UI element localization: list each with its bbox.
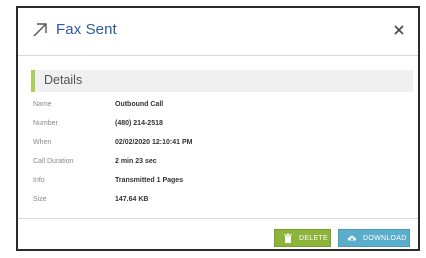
detail-row-size: Size 147.64 KB xyxy=(33,196,403,210)
detail-value: (480) 214-2518 xyxy=(115,120,163,127)
modal-title: Fax Sent xyxy=(56,21,117,38)
detail-value: 2 min 23 sec xyxy=(115,158,157,165)
download-button-label: DOWNLOAD xyxy=(363,234,407,242)
detail-value: 147.64 KB xyxy=(115,196,149,203)
detail-value: Outbound Call xyxy=(115,101,164,108)
detail-row-call-duration: Call Duration 2 min 23 sec xyxy=(33,158,403,172)
detail-value: Transmitted 1 Pages xyxy=(115,177,184,184)
detail-label: Name xyxy=(33,101,52,108)
detail-label: When xyxy=(33,139,52,146)
detail-row-name: Name Outbound Call xyxy=(33,101,403,115)
detail-label: Call Duration xyxy=(33,158,74,165)
detail-row-number: Number (480) 214-2518 xyxy=(33,120,403,134)
cloud-download-icon xyxy=(347,235,357,241)
detail-value: 02/02/2020 12:10:41 PM xyxy=(115,139,193,146)
detail-label: Size xyxy=(33,196,47,203)
download-button[interactable]: DOWNLOAD xyxy=(338,229,410,247)
detail-row-info: Info Transmitted 1 Pages xyxy=(33,177,403,191)
delete-button-label: DELETE xyxy=(299,234,329,242)
modal-header: Fax Sent xyxy=(18,8,418,56)
details-section-header: Details xyxy=(31,70,413,92)
detail-row-when: When 02/02/2020 12:10:41 PM xyxy=(33,139,403,153)
delete-button[interactable]: DELETE xyxy=(274,229,331,247)
arrow-up-right-icon xyxy=(33,23,47,37)
close-icon[interactable] xyxy=(392,23,406,37)
trash-icon xyxy=(284,233,292,243)
detail-label: Number xyxy=(33,120,58,127)
fax-details-modal: Fax Sent Details Name Outbound Call Numb… xyxy=(16,6,420,251)
detail-label: Info xyxy=(33,177,45,184)
section-title: Details xyxy=(44,73,83,87)
